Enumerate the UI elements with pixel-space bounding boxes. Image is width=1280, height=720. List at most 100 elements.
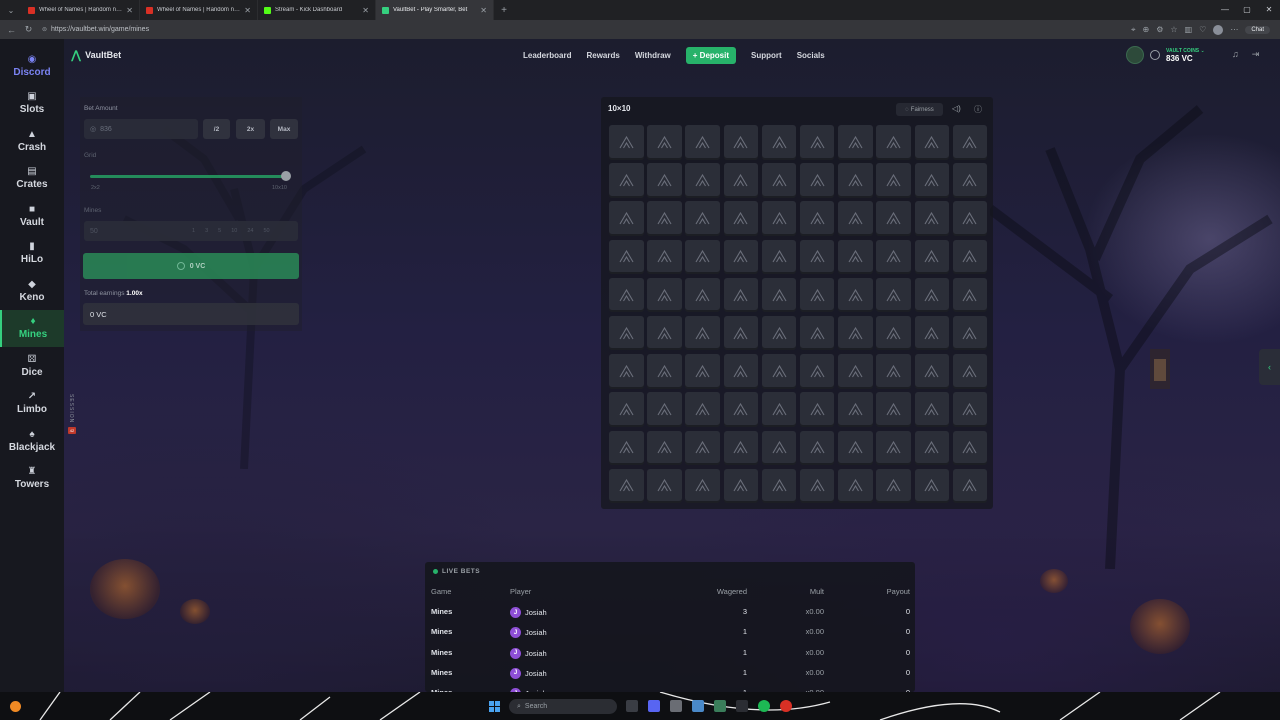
more-menu-icon[interactable]: ⋯ bbox=[1230, 25, 1238, 34]
mine-tile[interactable] bbox=[952, 239, 988, 275]
mine-tile[interactable] bbox=[761, 125, 797, 160]
mine-tile[interactable] bbox=[914, 201, 949, 236]
mine-tile[interactable] bbox=[876, 315, 911, 351]
mines-option[interactable]: 24 bbox=[247, 228, 253, 234]
mine-tile[interactable] bbox=[838, 468, 873, 504]
mine-tile[interactable] bbox=[647, 125, 682, 160]
tab-close-icon[interactable]: ✕ bbox=[244, 6, 251, 15]
vaultbet-logo[interactable]: ⋀ VaultBet bbox=[71, 48, 121, 62]
mine-tile[interactable] bbox=[761, 315, 797, 351]
mine-tile[interactable] bbox=[685, 201, 720, 236]
mine-tile[interactable] bbox=[914, 392, 949, 427]
fairness-button[interactable]: ◌ Fairness bbox=[896, 103, 943, 116]
mine-tile[interactable] bbox=[723, 468, 759, 504]
mine-tile[interactable] bbox=[876, 239, 911, 275]
collapse-chat-button[interactable]: ‹ bbox=[1259, 349, 1280, 385]
mine-tile[interactable] bbox=[914, 163, 949, 198]
mine-tile[interactable] bbox=[723, 392, 759, 427]
mine-tile[interactable] bbox=[685, 239, 720, 275]
mine-tile[interactable] bbox=[685, 468, 720, 504]
tab-close-icon[interactable]: ✕ bbox=[126, 6, 133, 15]
sidebar-item-limbo[interactable]: ↗ Limbo bbox=[0, 385, 64, 423]
bet-game[interactable]: Mines bbox=[431, 668, 452, 677]
mine-tile[interactable] bbox=[799, 163, 835, 198]
nav-socials[interactable]: Socials bbox=[797, 51, 825, 60]
mine-tile[interactable] bbox=[761, 468, 797, 504]
mine-tile[interactable] bbox=[799, 468, 835, 504]
mine-tile[interactable] bbox=[876, 277, 911, 313]
bet-player[interactable]: J Josiah bbox=[510, 607, 547, 618]
mine-tile[interactable] bbox=[761, 392, 797, 427]
mine-tile[interactable] bbox=[799, 125, 835, 160]
mine-tile[interactable] bbox=[609, 201, 644, 236]
taskbar-search[interactable]: ⌕ Search bbox=[509, 699, 617, 714]
mine-tile[interactable] bbox=[838, 125, 873, 160]
mine-tile[interactable] bbox=[838, 354, 873, 389]
tab-close-icon[interactable]: ✕ bbox=[480, 6, 487, 15]
mine-tile[interactable] bbox=[685, 354, 720, 389]
mine-tile[interactable] bbox=[952, 277, 988, 313]
mine-tile[interactable] bbox=[685, 163, 720, 198]
mine-tile[interactable] bbox=[799, 315, 835, 351]
deposit-button[interactable]: + Deposit bbox=[685, 47, 737, 64]
browser-tab[interactable]: VaultBet - Play Smarter, Bet ✕ bbox=[376, 0, 494, 20]
app-icon[interactable] bbox=[670, 700, 682, 712]
mine-tile[interactable] bbox=[914, 125, 949, 160]
mine-tile[interactable] bbox=[609, 277, 644, 313]
mine-tile[interactable] bbox=[761, 354, 797, 389]
mines-option[interactable]: 1 bbox=[192, 228, 195, 234]
browser-app-icon[interactable] bbox=[692, 700, 704, 712]
file-explorer-icon[interactable] bbox=[626, 700, 638, 712]
mine-tile[interactable] bbox=[876, 392, 911, 427]
extensions-icon[interactable]: ⚙ bbox=[1156, 25, 1163, 34]
mine-tile[interactable] bbox=[914, 239, 949, 275]
mine-tile[interactable] bbox=[723, 163, 759, 198]
side-panel-icon[interactable]: ▥ bbox=[1185, 25, 1193, 34]
mine-tile[interactable] bbox=[723, 201, 759, 236]
mine-tile[interactable] bbox=[799, 392, 835, 427]
sidebar-item-crash[interactable]: ▲ Crash bbox=[0, 122, 64, 160]
mine-tile[interactable] bbox=[799, 354, 835, 389]
mines-option[interactable]: 50 bbox=[263, 228, 269, 234]
mine-tile[interactable] bbox=[914, 277, 949, 313]
mine-tile[interactable] bbox=[876, 430, 911, 465]
mine-tile[interactable] bbox=[647, 392, 682, 427]
tab-close-icon[interactable]: ✕ bbox=[362, 6, 369, 15]
mine-tile[interactable] bbox=[952, 315, 988, 351]
bet-player[interactable]: J Josiah bbox=[510, 667, 547, 679]
mine-tile[interactable] bbox=[685, 392, 720, 427]
mine-tile[interactable] bbox=[799, 201, 835, 236]
mine-tile[interactable] bbox=[761, 201, 797, 236]
mine-tile[interactable] bbox=[952, 354, 988, 389]
chat-button[interactable]: Chat bbox=[1245, 25, 1270, 34]
mine-tile[interactable] bbox=[914, 468, 949, 504]
sidebar-item-dice[interactable]: ⚄ Dice bbox=[0, 347, 64, 385]
bookmark-star-icon[interactable]: ☆ bbox=[1170, 25, 1177, 34]
back-icon[interactable]: ← bbox=[6, 25, 17, 35]
tab-search-icon[interactable]: ⌄ bbox=[0, 6, 22, 15]
translate-icon[interactable]: ⌖ bbox=[1131, 25, 1136, 35]
mine-tile[interactable] bbox=[914, 315, 949, 351]
grid-slider-handle[interactable] bbox=[281, 171, 291, 181]
mine-tile[interactable] bbox=[723, 277, 759, 313]
maximize-icon[interactable]: ▢ bbox=[1236, 0, 1258, 20]
bet-player[interactable]: J Josiah bbox=[510, 627, 547, 639]
mine-tile[interactable] bbox=[876, 468, 911, 504]
mine-tile[interactable] bbox=[838, 201, 873, 236]
sound-icon[interactable]: ◁) bbox=[952, 104, 961, 113]
mine-tile[interactable] bbox=[761, 163, 797, 198]
mine-tile[interactable] bbox=[876, 201, 911, 236]
mine-tile[interactable] bbox=[761, 239, 797, 275]
mine-tile[interactable] bbox=[952, 163, 988, 198]
mine-tile[interactable] bbox=[952, 201, 988, 236]
profile-avatar[interactable] bbox=[1213, 24, 1224, 35]
mine-tile[interactable] bbox=[685, 125, 720, 160]
mine-tile[interactable] bbox=[799, 239, 835, 275]
mines-option[interactable]: 10 bbox=[231, 228, 237, 234]
bet-amount-input[interactable]: ◎ 836 bbox=[84, 119, 198, 139]
mine-tile[interactable] bbox=[838, 163, 873, 198]
user-avatar[interactable] bbox=[1126, 46, 1144, 64]
notification-bell-icon[interactable]: ♫ bbox=[1232, 49, 1239, 60]
max-bet-button[interactable]: Max bbox=[270, 119, 298, 139]
sidebar-item-discord[interactable]: ◉ Discord bbox=[0, 47, 64, 85]
